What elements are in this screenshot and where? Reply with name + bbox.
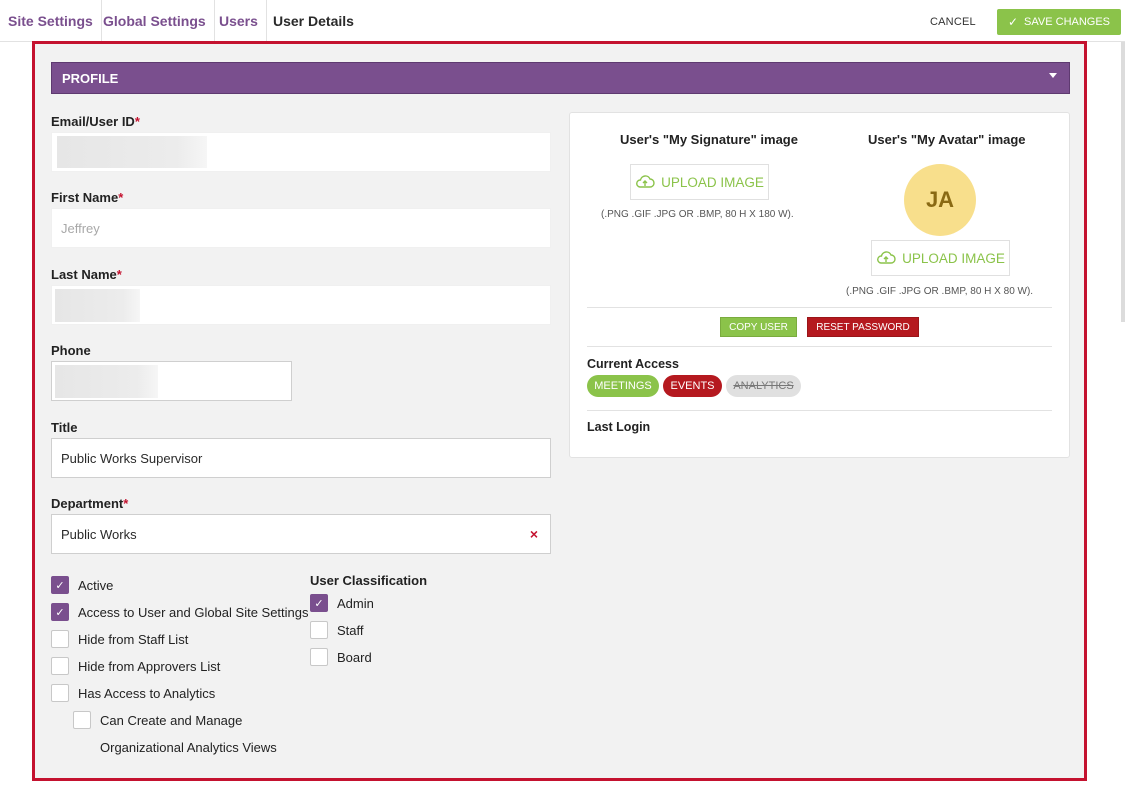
option-hide-approvers-list-label: Hide from Approvers List [78,658,221,674]
first-name-field[interactable]: Jeffrey [51,208,551,248]
email-field[interactable] [51,132,551,172]
caret-down-icon [1049,73,1057,78]
avatar-format-hint: (.PNG .GIF .JPG OR .BMP, 80 H X 80 W). [846,286,1034,297]
option-active-label: Active [78,577,114,593]
last-name-label: Last Name* [51,267,122,282]
classification-board-label: Board [337,649,372,665]
access-pill-meetings: MEETINGS [587,375,659,397]
avatar-heading: User's "My Avatar" image [868,132,1026,147]
phone-label: Phone [51,343,91,358]
redacted-email [57,136,207,168]
checkbox-hide-approvers-list[interactable] [51,657,69,675]
option-analytics-access[interactable]: Has Access to Analytics [51,684,215,702]
profile-panel: PROFILE Email/User ID* First Name* Jeffr… [32,41,1087,781]
last-name-field[interactable] [51,285,551,325]
phone-field[interactable] [51,361,292,401]
breadcrumb-site-settings[interactable]: Site Settings [0,0,102,42]
profile-section-header[interactable]: PROFILE [51,62,1070,94]
classification-board[interactable]: Board [310,648,372,666]
option-hide-staff-list[interactable]: Hide from Staff List [51,630,188,648]
reset-password-button[interactable]: RESET PASSWORD [807,317,919,337]
option-active[interactable]: ✓ Active [51,576,113,594]
access-pill-events: EVENTS [663,375,722,397]
checkbox-active[interactable]: ✓ [51,576,69,594]
option-hide-approvers-list[interactable]: Hide from Approvers List [51,657,220,675]
option-hide-staff-list-label: Hide from Staff List [78,631,189,647]
title-field[interactable]: Public Works Supervisor [51,438,551,478]
checkbox-hide-staff-list[interactable] [51,630,69,648]
signature-heading: User's "My Signature" image [620,132,798,147]
checkbox-analytics-access[interactable] [51,684,69,702]
classification-staff[interactable]: Staff [310,621,364,639]
classification-staff-label: Staff [337,622,364,638]
breadcrumb-user-details: User Details [273,13,354,29]
first-name-placeholder: Jeffrey [61,220,100,236]
checkbox-admin[interactable]: ✓ [310,594,328,612]
save-changes-label: SAVE CHANGES [1024,16,1111,28]
email-label: Email/User ID* [51,114,140,129]
upload-signature-button[interactable]: UPLOAD IMAGE [630,164,769,200]
breadcrumb-global-settings[interactable]: Global Settings [95,0,215,42]
current-access-label: Current Access [587,357,679,371]
upload-signature-label: UPLOAD IMAGE [661,174,764,190]
check-icon: ✓ [1007,15,1019,29]
scrollbar[interactable] [1121,42,1125,322]
title-value: Public Works Supervisor [61,450,203,466]
top-bar: Site Settings Global Settings Users User… [0,0,1125,42]
upload-avatar-label: UPLOAD IMAGE [902,250,1005,266]
breadcrumb-users[interactable]: Users [211,0,267,42]
option-manage-analytics-views[interactable]: Can Create and Manage [73,711,242,729]
redacted-phone [55,365,158,398]
cloud-upload-icon [877,251,896,264]
cloud-upload-icon [636,175,655,188]
department-label: Department* [51,496,129,511]
save-changes-button[interactable]: ✓ SAVE CHANGES [997,9,1121,35]
divider [587,410,1052,411]
classification-admin[interactable]: ✓ Admin [310,594,374,612]
classification-admin-label: Admin [337,595,374,611]
option-global-settings-access-label: Access to User and Global Site Settings [78,604,309,620]
access-pill-analytics: ANALYTICS [726,375,801,397]
user-classification-title: User Classification [310,573,428,588]
option-manage-analytics-views-label-line2: Organizational Analytics Views [100,740,277,755]
checkbox-global-settings-access[interactable]: ✓ [51,603,69,621]
checkbox-board[interactable] [310,648,328,666]
avatar-initials: JA [925,187,955,212]
divider [587,346,1052,347]
divider [587,307,1052,308]
checkbox-staff[interactable] [310,621,328,639]
avatar: JA [904,164,976,236]
user-summary-card: User's "My Signature" image User's "My A… [569,112,1070,458]
last-login-label: Last Login [587,420,651,434]
title-label: Title [51,420,78,435]
checkbox-manage-analytics-views[interactable] [73,711,91,729]
option-analytics-access-label: Has Access to Analytics [78,685,216,701]
department-select[interactable]: Public Works × [51,514,551,554]
close-icon[interactable]: × [530,526,538,542]
copy-user-button[interactable]: COPY USER [720,317,797,337]
cancel-button[interactable]: CANCEL [930,10,976,34]
first-name-label: First Name* [51,190,124,205]
option-global-settings-access[interactable]: ✓ Access to User and Global Site Setting… [51,603,309,621]
profile-title: PROFILE [62,70,119,86]
department-value: Public Works [61,526,137,542]
option-manage-analytics-views-label: Can Create and Manage [100,712,243,728]
signature-format-hint: (.PNG .GIF .JPG OR .BMP, 80 H X 180 W). [601,209,794,220]
upload-avatar-button[interactable]: UPLOAD IMAGE [871,240,1010,276]
redacted-last-name [55,289,140,322]
